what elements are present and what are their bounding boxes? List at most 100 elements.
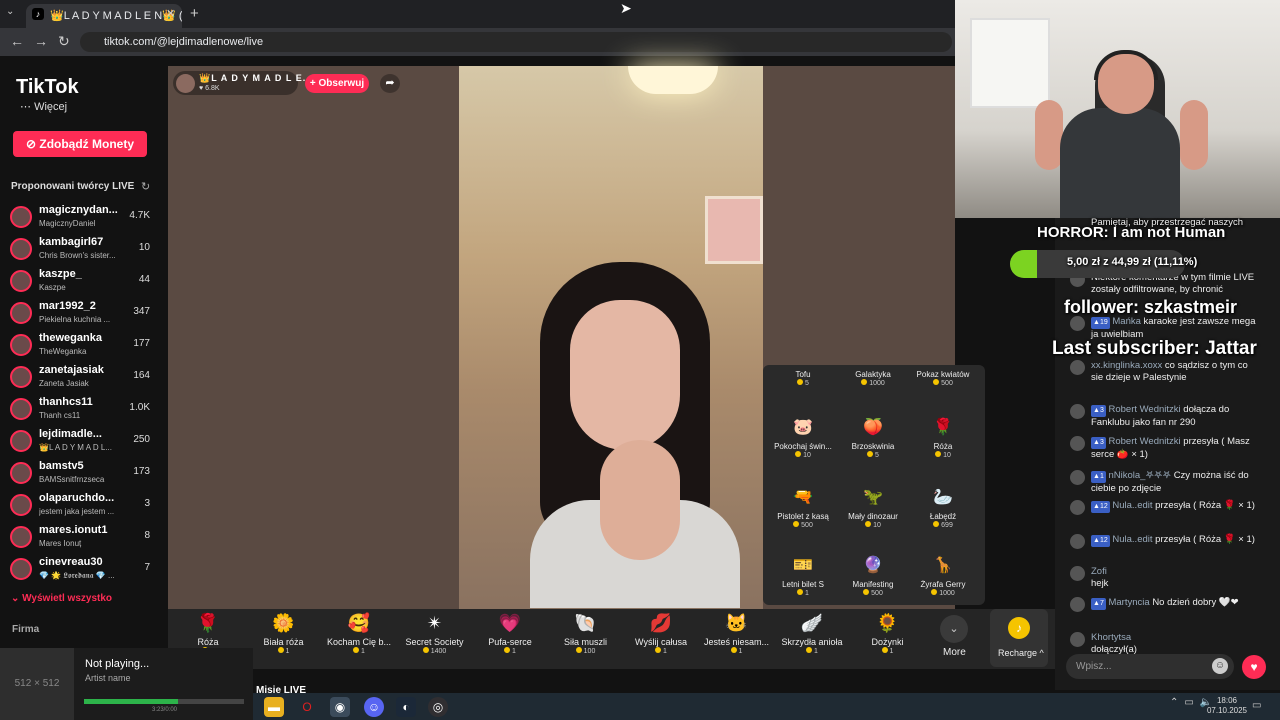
creator-avatar bbox=[10, 206, 32, 228]
horror-overlay: HORROR: I am not Human bbox=[1037, 224, 1226, 241]
media-artist: Artist name bbox=[85, 673, 131, 683]
chat-avatar[interactable] bbox=[1070, 632, 1085, 647]
subscriber-overlay: Last subscriber: Jattar bbox=[1052, 338, 1257, 359]
creator-row[interactable]: bamstv5 BAMSsnitfrnzseca 173 bbox=[8, 458, 164, 488]
bar-gift-name: Dożynki bbox=[871, 637, 904, 647]
new-tab-button[interactable]: + bbox=[190, 5, 199, 22]
chat-username[interactable]: Robert Wednitzki bbox=[1108, 404, 1180, 415]
sidebar-more[interactable]: ⋯ Więcej bbox=[20, 100, 67, 113]
chat-username[interactable]: Robert Wednitzki bbox=[1108, 436, 1180, 447]
follow-button[interactable]: + Obserwuj bbox=[305, 74, 369, 93]
host-avatar[interactable] bbox=[176, 74, 195, 93]
creator-row[interactable]: mar1992_2 Piekielna kuchnia ... 347 bbox=[8, 298, 164, 328]
chrome-icon[interactable]: ◉ bbox=[330, 697, 350, 717]
gift-item[interactable]: 🔫 Pistolet z kasą 500 bbox=[768, 486, 838, 546]
viewer-count: 3 bbox=[144, 498, 150, 509]
browser-tab[interactable]: 👑L A D Y M A D L E N👑 (@le bbox=[26, 4, 182, 28]
gift-item[interactable]: 💐Pokaz kwiatów500 bbox=[908, 360, 978, 420]
bar-gift-item[interactable]: 🌻 Dożynki 1 bbox=[852, 613, 924, 655]
chat-avatar[interactable] bbox=[1070, 470, 1085, 485]
creator-row[interactable]: olaparuchdo... jestem jaka jestem ... 3 bbox=[8, 490, 164, 520]
show-all-link[interactable]: ⌄ Wyświetl wszystko bbox=[11, 593, 112, 604]
creator-row[interactable]: cinevreau30 💎 🌟 𝕷𝖔𝖗𝖊𝖉𝖆𝖓𝖆 💎 ... 7 bbox=[8, 554, 164, 584]
gift-item[interactable]: 🦒 Żyrafa Gerry 1000 bbox=[908, 554, 978, 614]
creator-row[interactable]: theweganka TheWeganka 177 bbox=[8, 330, 164, 360]
wall-picture bbox=[705, 196, 763, 264]
gift-item[interactable]: 🍮Tofu5 bbox=[768, 360, 838, 420]
bar-gift-item[interactable]: ✴ Secret Society 1400 bbox=[399, 613, 471, 655]
refresh-icon[interactable]: ↻ bbox=[141, 180, 150, 193]
heart-icon[interactable]: ♥ bbox=[1242, 655, 1266, 679]
chat-username[interactable]: Khortytsa bbox=[1091, 632, 1131, 643]
chat-avatar[interactable] bbox=[1070, 500, 1085, 515]
tab-search-icon[interactable]: ⌄ bbox=[6, 6, 14, 17]
obs-icon[interactable]: ◎ bbox=[428, 697, 448, 717]
bar-gift-item[interactable]: 💗 Pufa-serce 1 bbox=[474, 613, 546, 655]
chat-avatar[interactable] bbox=[1070, 360, 1085, 375]
gift-item[interactable]: 🎫 Letni bilet S1 bbox=[768, 554, 838, 614]
emoji-icon[interactable]: ☺ bbox=[1212, 658, 1228, 674]
creator-row[interactable]: magicznydan... MagicznyDaniel 4.7K bbox=[8, 202, 164, 232]
creator-row[interactable]: mares.ionut1 Mares Ionuț 8 bbox=[8, 522, 164, 552]
tiktok-logo[interactable]: TikTok bbox=[16, 76, 79, 99]
coins-label: Zdobądź Monety bbox=[39, 137, 135, 151]
bar-gift-item[interactable]: 🥰 Kocham Cię b... 1 bbox=[323, 613, 395, 655]
gift-item[interactable]: 🦖 Mały dinozaur 10 bbox=[838, 486, 908, 546]
creator-name: thanhcs11 bbox=[39, 396, 93, 408]
bar-gift-name: Róża bbox=[197, 637, 219, 647]
chat-username[interactable]: Nula..edit bbox=[1112, 534, 1152, 545]
chat-avatar[interactable] bbox=[1070, 436, 1085, 451]
chat-username[interactable]: Zofi bbox=[1091, 566, 1107, 577]
nav-buttons-icon[interactable]: ←→↻ bbox=[10, 33, 80, 50]
steam-icon[interactable]: ◐ bbox=[396, 697, 416, 717]
chat-avatar[interactable] bbox=[1070, 566, 1085, 581]
url-bar[interactable]: tiktok.com/@lejdimadlenowe/live bbox=[80, 32, 952, 52]
clock[interactable]: 18:06 07.10.2025 bbox=[1204, 696, 1250, 716]
gift-item[interactable]: 🌌Galaktyka1000 bbox=[838, 360, 908, 420]
chat-username[interactable]: Martyncia bbox=[1108, 597, 1149, 608]
chat-avatar[interactable] bbox=[1070, 316, 1085, 331]
gift-item[interactable]: 🔮 Manifesting 500 bbox=[838, 554, 908, 614]
get-coins-button[interactable]: ⊘ Zdobądź Monety bbox=[13, 131, 147, 157]
more-label[interactable]: More bbox=[943, 647, 966, 658]
chat-username[interactable]: Nula..edit bbox=[1112, 500, 1152, 511]
bar-gift-item[interactable]: 🌼 Biała róża 1 bbox=[248, 613, 320, 655]
tab-close-icon[interactable]: ✕ bbox=[166, 7, 175, 20]
gift-item[interactable]: 🦢 Łabędź 699 bbox=[908, 486, 978, 546]
creator-row[interactable]: kaszpe_ Kaszpe 44 bbox=[8, 266, 164, 296]
gift-name: Brzoskwinia bbox=[851, 442, 895, 451]
bar-gift-item[interactable]: 💋 Wyślij całusa 1 bbox=[625, 613, 697, 655]
chat-username[interactable]: xx.kinglinka.xoxx bbox=[1091, 360, 1162, 371]
streamer-hand bbox=[600, 440, 680, 560]
creator-row[interactable]: zanetajasiak Zaneta Jasiak 164 bbox=[8, 362, 164, 392]
notification-icon[interactable]: ▭ bbox=[1252, 700, 1261, 711]
creator-row[interactable]: kambagirl67 Chris Brown's sister... 10 bbox=[8, 234, 164, 264]
bar-gift-item[interactable]: 🐚 Siła muszli 100 bbox=[550, 613, 622, 655]
bar-gift-icon: 💋 bbox=[649, 613, 673, 633]
bar-gift-price: 1400 bbox=[399, 647, 471, 655]
share-icon[interactable]: ➦ bbox=[380, 74, 400, 93]
creator-avatar bbox=[10, 462, 32, 484]
gift-item[interactable]: 🌹 Róża 10 bbox=[908, 416, 978, 476]
more-gifts-button[interactable]: ⌄ bbox=[940, 615, 968, 643]
bar-gift-item[interactable]: 🪽 Skrzydła anioła 1 bbox=[776, 613, 848, 655]
mouse-cursor-icon: ➤ bbox=[620, 0, 632, 16]
webcam-arm-right bbox=[1180, 100, 1208, 170]
bar-gift-item[interactable]: 🐱 Jesteś niesam... 1 bbox=[701, 613, 773, 655]
discord-icon[interactable]: ☺ bbox=[364, 697, 384, 717]
chat-avatar[interactable] bbox=[1070, 404, 1085, 419]
opera-icon[interactable]: O bbox=[297, 697, 317, 717]
chat-input[interactable]: Wpisz... bbox=[1066, 654, 1234, 679]
gift-item[interactable]: 🐷 Pokochaj świn... 10 bbox=[768, 416, 838, 476]
creator-row[interactable]: lejdimadle... 👑L A D Y M A D L... 250 bbox=[8, 426, 164, 456]
file-explorer-icon[interactable]: ▬ bbox=[264, 697, 284, 717]
chat-message: ▲3 Robert Wednitzki przesyła ( Masz serc… bbox=[1091, 436, 1261, 461]
gift-item[interactable]: 🍑 Brzoskwinia 5 bbox=[838, 416, 908, 476]
creator-row[interactable]: thanhcs11 Thanh cs11 1.0K bbox=[8, 394, 164, 424]
bar-gift-icon: 🥰 bbox=[347, 613, 371, 633]
chat-avatar[interactable] bbox=[1070, 534, 1085, 549]
chat-avatar[interactable] bbox=[1070, 597, 1085, 612]
chat-text: przesyła ( Róża 🌹 × 1) bbox=[1155, 500, 1255, 511]
chat-username[interactable]: nNikola_𖤐𖤐𖤐 bbox=[1108, 470, 1171, 481]
viewer-count: 164 bbox=[133, 370, 150, 381]
